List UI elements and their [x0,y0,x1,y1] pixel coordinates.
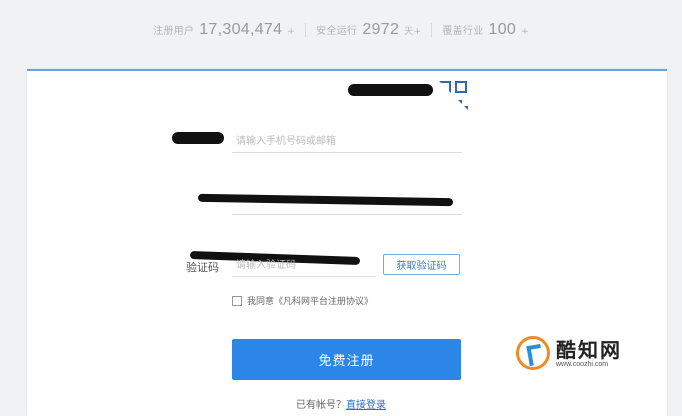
watermark-name: 酷知网 [556,337,622,362]
stat-suffix: 天+ [404,27,422,37]
stats-bar: 注册用户 17,304,474 + 安全运行 2972 天+ 覆盖行业 100 … [0,0,682,60]
redaction-mark [172,132,224,144]
get-code-button[interactable]: 获取验证码 [383,254,460,275]
verification-code-input[interactable] [232,254,376,277]
login-row: 已有帐号？直接登录 [0,396,682,411]
code-label: 验证码 [186,261,219,274]
stat-label: 安全运行 [316,26,358,37]
agree-text[interactable]: 我同意《凡科网平台注册协议》 [247,294,373,307]
register-button[interactable]: 免费注册 [232,339,461,380]
agreement-row: 我同意《凡科网平台注册协议》 [232,294,373,307]
stat-suffix: + [287,27,296,37]
stat-label: 覆盖行业 [442,26,484,37]
stat-value: 2972 [362,21,400,38]
phone-email-input[interactable] [232,130,462,153]
watermark-logo-icon [516,336,550,370]
stat-registered-users: 注册用户 17,304,474 + [143,21,305,39]
stat-value: 17,304,474 [199,21,283,38]
stat-safe-days: 安全运行 2972 天+ [306,21,431,39]
stat-label: 注册用户 [153,26,195,37]
password-input[interactable] [232,192,462,215]
agree-checkbox[interactable] [232,295,242,306]
stat-value: 100 [488,21,517,38]
watermark-url: www.coozhi.com [556,360,609,368]
stat-suffix: + [521,27,529,37]
qr-code-icon[interactable] [436,78,476,118]
login-prompt: 已有帐号？ [296,400,346,411]
watermark: 酷知网 www.coozhi.com [516,328,646,378]
stat-industries: 覆盖行业 100 + [432,21,539,39]
login-link[interactable]: 直接登录 [346,400,386,411]
redaction-mark [348,84,433,96]
